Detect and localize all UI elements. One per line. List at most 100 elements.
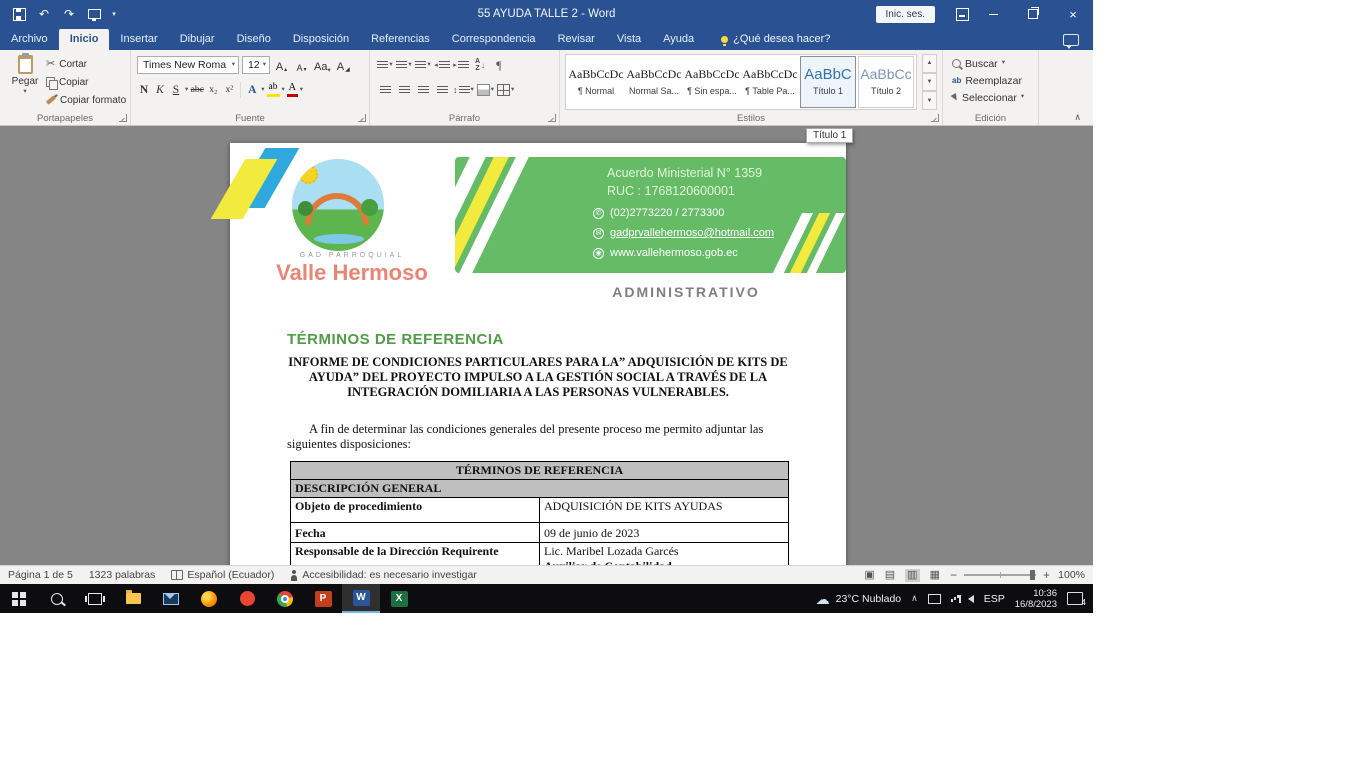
highlight-color-button[interactable]: ab [267, 83, 280, 97]
undo-button[interactable]: ↶ [33, 3, 55, 25]
collapse-ribbon-button[interactable]: ∧ [1074, 112, 1081, 123]
minimize-button[interactable] [973, 0, 1013, 28]
tab-correspondencia[interactable]: Correspondencia [441, 29, 547, 50]
task-view-button[interactable] [76, 584, 114, 613]
clear-formatting-button[interactable]: A◢ [335, 56, 352, 74]
find-button[interactable]: Buscar▾ [952, 57, 1024, 70]
style-titulo-2[interactable]: AaBbCc Título 2 [858, 56, 914, 108]
borders-button[interactable]: ▾ [497, 81, 514, 99]
change-case-button[interactable]: Aa▾ [313, 56, 332, 74]
read-mode-button[interactable]: ▤ [885, 570, 895, 581]
tab-archivo[interactable]: Archivo [0, 29, 59, 50]
superscript-button[interactable]: x² [222, 81, 236, 99]
tab-insertar[interactable]: Insertar [109, 29, 168, 50]
text-effects-button[interactable]: A [245, 81, 259, 99]
italic-button[interactable]: K [153, 81, 167, 99]
format-painter-button[interactable]: Copiar formato [46, 93, 126, 107]
word-count[interactable]: 1323 palabras [89, 569, 156, 581]
sign-in-button[interactable]: Inic. ses. [876, 6, 935, 23]
tablet-tray-icon[interactable] [928, 594, 941, 604]
taskbar-clock[interactable]: 10:36 16/8/2023 [1015, 588, 1057, 610]
powerpoint-button[interactable]: P [304, 584, 342, 613]
red-browser-button[interactable] [228, 584, 266, 613]
word-button-active[interactable]: W [342, 584, 380, 613]
show-paragraph-marks-button[interactable]: ¶ [491, 56, 507, 74]
tab-dibujar[interactable]: Dibujar [169, 29, 226, 50]
align-center-button[interactable] [396, 81, 412, 99]
numbered-list-button[interactable]: ▾ [396, 56, 412, 74]
close-button[interactable]: × [1053, 0, 1093, 28]
font-family-select[interactable]: Times New Roma ▾ [137, 56, 239, 74]
select-button[interactable]: Seleccionar▾ [952, 91, 1024, 104]
align-left-button[interactable] [377, 81, 393, 99]
style-normal[interactable]: AaBbCcDc ¶ Normal [568, 56, 624, 108]
start-button[interactable] [0, 584, 38, 613]
dialog-launcher-icon[interactable] [119, 114, 127, 122]
shrink-font-button[interactable]: A▾ [293, 56, 310, 74]
accessibility-status[interactable]: Accesibilidad: es necesario investigar [290, 569, 477, 581]
decrease-indent-button[interactable]: ◂ [434, 56, 450, 74]
network-tray-icon[interactable] [951, 599, 953, 602]
tab-disposicion[interactable]: Disposición [282, 29, 360, 50]
zoom-out-button[interactable]: − [950, 569, 957, 581]
focus-mode-button[interactable]: ▣ [864, 570, 874, 581]
tell-me-box[interactable]: ¿Qué desea hacer? [721, 33, 830, 50]
underline-button[interactable]: S [169, 81, 183, 99]
paste-button[interactable]: Pegar ▾ [8, 54, 42, 112]
file-explorer-button[interactable] [114, 584, 152, 613]
sort-button[interactable]: AZ↓ [472, 56, 488, 74]
page-indicator[interactable]: Página 1 de 5 [8, 569, 73, 581]
styles-scroll-up-button[interactable]: ▲ [922, 54, 937, 73]
tab-diseno[interactable]: Diseño [226, 29, 282, 50]
grow-font-button[interactable]: A▴ [273, 56, 290, 74]
dialog-launcher-icon[interactable] [931, 114, 939, 122]
cut-button[interactable]: ✂Cortar [46, 57, 126, 71]
proofing-status[interactable]: Español (Ecuador) [171, 569, 274, 581]
multilevel-list-button[interactable]: ▾ [415, 56, 431, 74]
web-layout-button[interactable]: ▦ [930, 570, 940, 581]
customize-qat-button[interactable]: ▾ [108, 3, 120, 25]
justify-button[interactable] [434, 81, 450, 99]
comments-icon[interactable] [1063, 34, 1079, 46]
chrome-button[interactable] [266, 584, 304, 613]
tab-ayuda[interactable]: Ayuda [652, 29, 705, 50]
styles-scroll-down-button[interactable]: ▼ [922, 73, 937, 92]
styles-more-button[interactable]: ▼ [922, 91, 937, 110]
align-right-button[interactable] [415, 81, 431, 99]
firefox-button[interactable] [190, 584, 228, 613]
taskbar-search-button[interactable] [38, 584, 76, 613]
dialog-launcher-icon[interactable] [358, 114, 366, 122]
font-color-button[interactable]: A [287, 83, 298, 98]
save-button[interactable] [8, 3, 30, 25]
document-area[interactable]: GAD PARROQUIAL Valle Hermoso Acuerdo Min… [0, 126, 1093, 565]
style-normal-sa[interactable]: AaBbCcDc Normal Sa... [626, 56, 682, 108]
excel-button[interactable]: X [380, 584, 418, 613]
style-table-paragraph[interactable]: AaBbCcDc ¶ Table Pa... [742, 56, 798, 108]
bullet-list-button[interactable]: ▾ [377, 56, 393, 74]
font-size-select[interactable]: 12 ▾ [242, 56, 270, 74]
volume-tray-icon[interactable] [968, 595, 974, 603]
keyboard-language[interactable]: ESP [984, 593, 1005, 605]
weather-widget[interactable]: ☁23°C Nublado [816, 592, 902, 606]
print-layout-button[interactable]: ▥ [905, 569, 919, 582]
zoom-slider-thumb[interactable] [1030, 570, 1035, 580]
touch-mode-button[interactable] [83, 3, 105, 25]
ribbon-display-options-button[interactable] [951, 3, 973, 25]
increase-indent-button[interactable]: ▸ [453, 56, 469, 74]
mail-button[interactable] [152, 584, 190, 613]
redo-button[interactable]: ↷ [58, 3, 80, 25]
zoom-slider[interactable] [964, 574, 1036, 576]
tab-vista[interactable]: Vista [606, 29, 652, 50]
zoom-percentage[interactable]: 100% [1057, 569, 1085, 581]
style-titulo-1[interactable]: AaBbC Título 1 [800, 56, 856, 108]
style-sin-espaciado[interactable]: AaBbCcDc ¶ Sin espa... [684, 56, 740, 108]
document-page[interactable]: GAD PARROQUIAL Valle Hermoso Acuerdo Min… [230, 143, 846, 565]
tray-expand-button[interactable]: ∧ [911, 593, 918, 604]
shading-button[interactable]: ▾ [477, 81, 494, 99]
line-spacing-button[interactable]: ↕▾ [453, 81, 474, 99]
bold-button[interactable]: N [137, 81, 151, 99]
replace-button[interactable]: abReemplazar [952, 74, 1024, 87]
subscript-button[interactable]: x₂ [206, 81, 220, 99]
zoom-in-button[interactable]: + [1043, 569, 1050, 581]
copy-button[interactable]: Copiar [46, 75, 126, 89]
